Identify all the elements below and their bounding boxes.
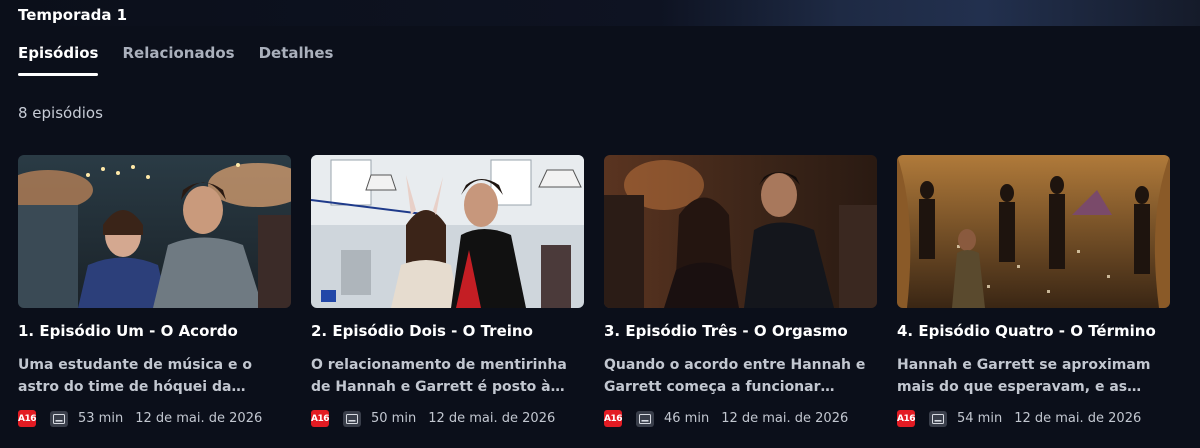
episode-card-3[interactable]: 3. Episódio Três - O Orgasmo Quando o ac… [604, 155, 877, 427]
episode-card-2[interactable]: 2. Episódio Dois - O Treino O relacionam… [311, 155, 584, 427]
episode-meta: A16 46 min 12 de mai. de 2026 [604, 410, 877, 427]
episode-meta: A16 53 min 12 de mai. de 2026 [18, 410, 291, 427]
episode-thumbnail[interactable] [897, 155, 1170, 308]
tab-episodes[interactable]: Episódios [18, 44, 99, 76]
episode-date: 12 de mai. de 2026 [721, 411, 849, 426]
episode-date: 12 de mai. de 2026 [135, 411, 263, 426]
episode-title[interactable]: 3. Episódio Três - O Orgasmo [604, 322, 877, 340]
age-rating-badge: A16 [311, 410, 330, 427]
ad-supported-icon [343, 410, 361, 427]
episode-grid: 1. Episódio Um - O Acordo Uma estudante … [18, 155, 1170, 427]
episode-thumbnail[interactable] [18, 155, 291, 308]
episode-thumbnail[interactable] [604, 155, 877, 308]
age-rating-badge: A16 [18, 410, 37, 427]
season-title: Temporada 1 [18, 6, 128, 24]
tab-details[interactable]: Detalhes [259, 44, 334, 76]
content-tabs: Episódios Relacionados Detalhes [18, 44, 333, 76]
hero-backdrop [0, 0, 1200, 26]
ad-supported-icon [929, 410, 947, 427]
age-rating-badge: A16 [604, 410, 623, 427]
episode-description: Hannah e Garrett se aproximam mais do qu… [897, 357, 1151, 395]
episode-count: 8 episódios [18, 104, 103, 122]
episode-description: Uma estudante de música e o astro do tim… [18, 357, 252, 395]
episode-card-1[interactable]: 1. Episódio Um - O Acordo Uma estudante … [18, 155, 291, 427]
ad-supported-icon [636, 410, 654, 427]
episode-duration: 46 min [664, 411, 710, 426]
episode-meta: A16 50 min 12 de mai. de 2026 [311, 410, 584, 427]
tab-related[interactable]: Relacionados [122, 44, 234, 76]
episode-thumbnail[interactable] [311, 155, 584, 308]
episode-title[interactable]: 2. Episódio Dois - O Treino [311, 322, 584, 340]
episode-duration: 54 min [957, 411, 1003, 426]
episode-title[interactable]: 4. Episódio Quatro - O Término [897, 322, 1170, 340]
episode-title[interactable]: 1. Episódio Um - O Acordo [18, 322, 291, 340]
episode-duration: 50 min [371, 411, 417, 426]
episode-card-4[interactable]: 4. Episódio Quatro - O Término Hannah e … [897, 155, 1170, 427]
episode-description: O relacionamento de mentirinha de Hannah… [311, 357, 567, 395]
episode-duration: 53 min [78, 411, 124, 426]
age-rating-badge: A16 [897, 410, 916, 427]
episode-date: 12 de mai. de 2026 [428, 411, 556, 426]
episode-date: 12 de mai. de 2026 [1014, 411, 1142, 426]
episode-meta: A16 54 min 12 de mai. de 2026 [897, 410, 1170, 427]
ad-supported-icon [50, 410, 68, 427]
episode-description: Quando o acordo entre Hannah e Garrett c… [604, 357, 866, 395]
